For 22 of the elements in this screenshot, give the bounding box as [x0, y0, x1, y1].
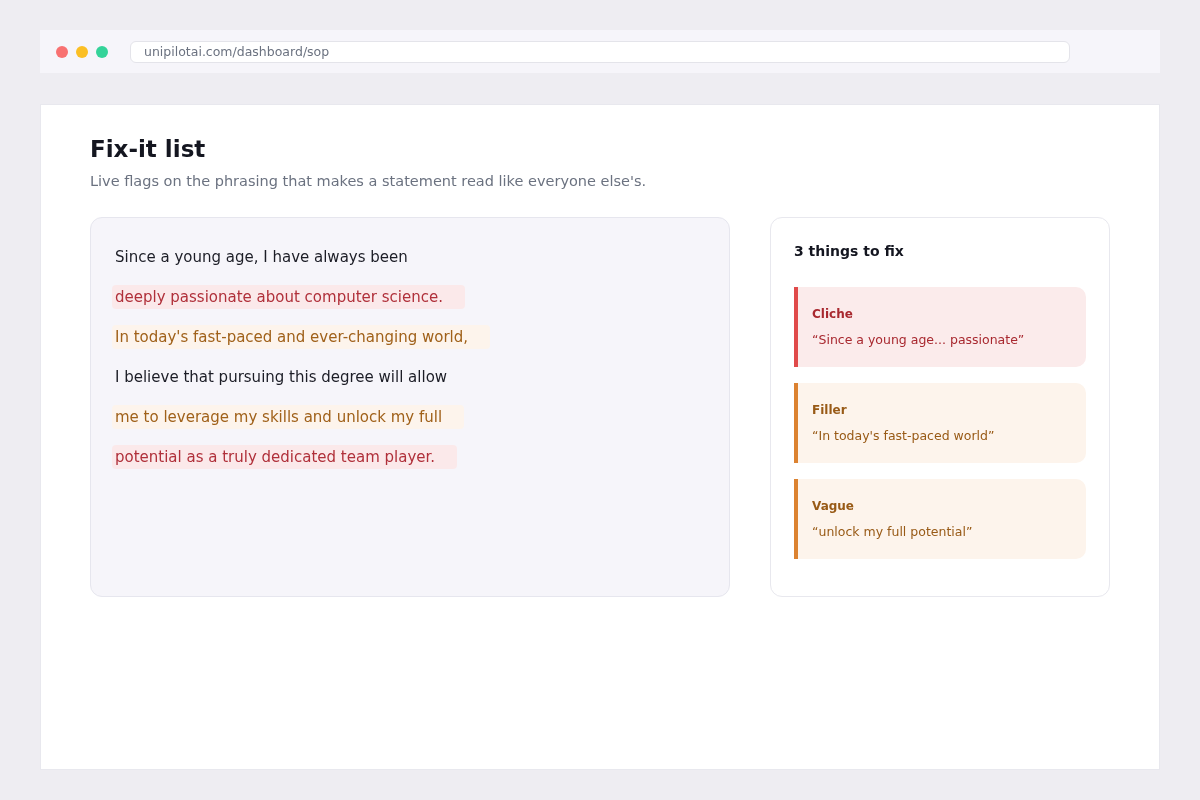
fix-card[interactable]: Cliche “Since a young age... passionate” [794, 287, 1086, 367]
statement-line: Since a young age, I have always been [114, 247, 409, 268]
address-field[interactable]: unipilotai.com/dashboard/sop [130, 40, 1070, 63]
fix-quote: “Since a young age... passionate” [812, 332, 1026, 348]
statement-line: I believe that pursuing this degree will allow [114, 367, 449, 388]
fix-label: Filler [812, 402, 848, 418]
flagged-phrase: deeply passionate about computer science. [112, 285, 465, 309]
fix-label: Vague [812, 498, 855, 514]
fix-card[interactable]: Filler “In today's fast-paced world” [794, 383, 1086, 463]
window-dot-icon[interactable] [56, 45, 68, 58]
fix-list-title: 3 things to fix [794, 242, 905, 261]
flagged-phrase: In today's fast-paced and ever-changing world, [112, 325, 491, 349]
fix-quote: “In today's fast-paced world” [812, 428, 996, 444]
page-title: Fix-it list [90, 135, 207, 164]
fix-card[interactable]: Vague “unlock my full potential” [794, 479, 1086, 559]
flagged-phrase: me to leverage my skills and unlock my full [112, 405, 465, 429]
window-dot-icon[interactable] [76, 45, 88, 58]
page-subtitle: Live flags on the phrasing that makes a statement read like everyone else's. [90, 172, 648, 191]
window-dot-icon[interactable] [96, 45, 108, 58]
flagged-phrase: potential as a truly dedicated team player. [112, 445, 458, 469]
fix-quote: “unlock my full potential” [812, 524, 974, 540]
fix-label: Cliche [812, 306, 854, 322]
